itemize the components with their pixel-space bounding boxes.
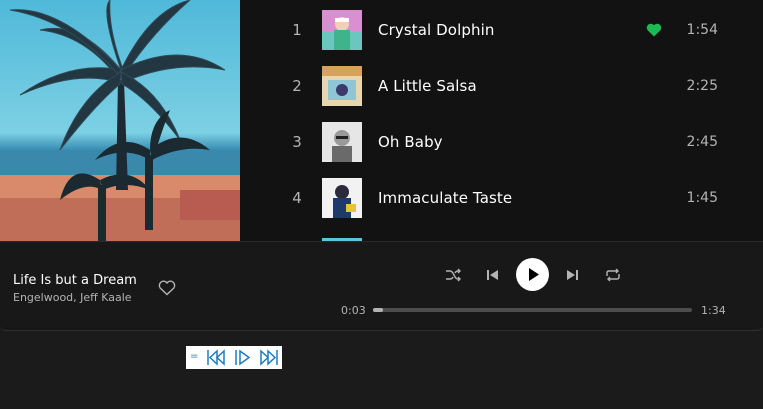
skip-next-icon[interactable] (565, 266, 581, 284)
music-player-app: 1 Crystal Dolphin 1:54 2 A Little Salsa … (0, 0, 763, 409)
heart-outline-icon[interactable] (158, 279, 176, 297)
track-title[interactable]: Immaculate Taste (378, 189, 512, 207)
track-row[interactable]: 4 Immaculate Taste 1:45 (240, 169, 763, 225)
equals-label: = (190, 351, 199, 362)
play-button[interactable] (516, 258, 549, 291)
track-duration: 1:54 (686, 22, 718, 38)
track-number: 3 (292, 133, 302, 151)
track-row[interactable]: 3 Oh Baby 2:45 (240, 113, 763, 169)
track-thumbnail (322, 66, 362, 106)
track-thumbnail (322, 233, 362, 241)
content-area: 1 Crystal Dolphin 1:54 2 A Little Salsa … (0, 0, 763, 241)
track-number: 1 (292, 21, 302, 39)
track-duration: 2:25 (686, 78, 718, 94)
progress-fill (373, 308, 383, 312)
track-duration: 2:45 (686, 134, 718, 150)
album-cover-art (0, 0, 240, 241)
play-icon (529, 268, 539, 281)
track-thumbnail (322, 10, 362, 50)
track-row[interactable]: 1 Crystal Dolphin 1:54 (240, 1, 763, 57)
media-mini-widget: = (186, 346, 282, 369)
track-number: 2 (292, 77, 302, 95)
total-time: 1:34 (701, 304, 726, 317)
track-thumbnail (322, 178, 362, 218)
heart-filled-icon[interactable] (646, 22, 662, 38)
track-row[interactable]: 2 A Little Salsa 2:25 (240, 57, 763, 113)
track-list: 1 Crystal Dolphin 1:54 2 A Little Salsa … (240, 0, 763, 241)
rewind-icon[interactable] (206, 348, 226, 367)
fast-forward-icon[interactable] (259, 348, 279, 367)
repeat-icon[interactable] (604, 266, 622, 284)
shuffle-icon[interactable] (444, 266, 462, 284)
track-thumbnail (322, 122, 362, 162)
track-title[interactable]: Crystal Dolphin (378, 21, 494, 39)
now-playing-title[interactable]: Life Is but a Dream (13, 273, 137, 288)
play-pause-icon[interactable] (233, 348, 253, 367)
now-playing-artist[interactable]: Engelwood, Jeff Kaale (13, 291, 132, 304)
track-duration: 1:45 (686, 190, 718, 206)
track-number: 4 (292, 189, 302, 207)
player-bar: Life Is but a Dream Engelwood, Jeff Kaal… (0, 241, 763, 331)
track-title[interactable]: Oh Baby (378, 133, 443, 151)
current-time: 0:03 (341, 304, 366, 317)
progress-bar[interactable] (373, 308, 692, 312)
skip-previous-icon[interactable] (484, 266, 500, 284)
track-title[interactable]: A Little Salsa (378, 77, 477, 95)
